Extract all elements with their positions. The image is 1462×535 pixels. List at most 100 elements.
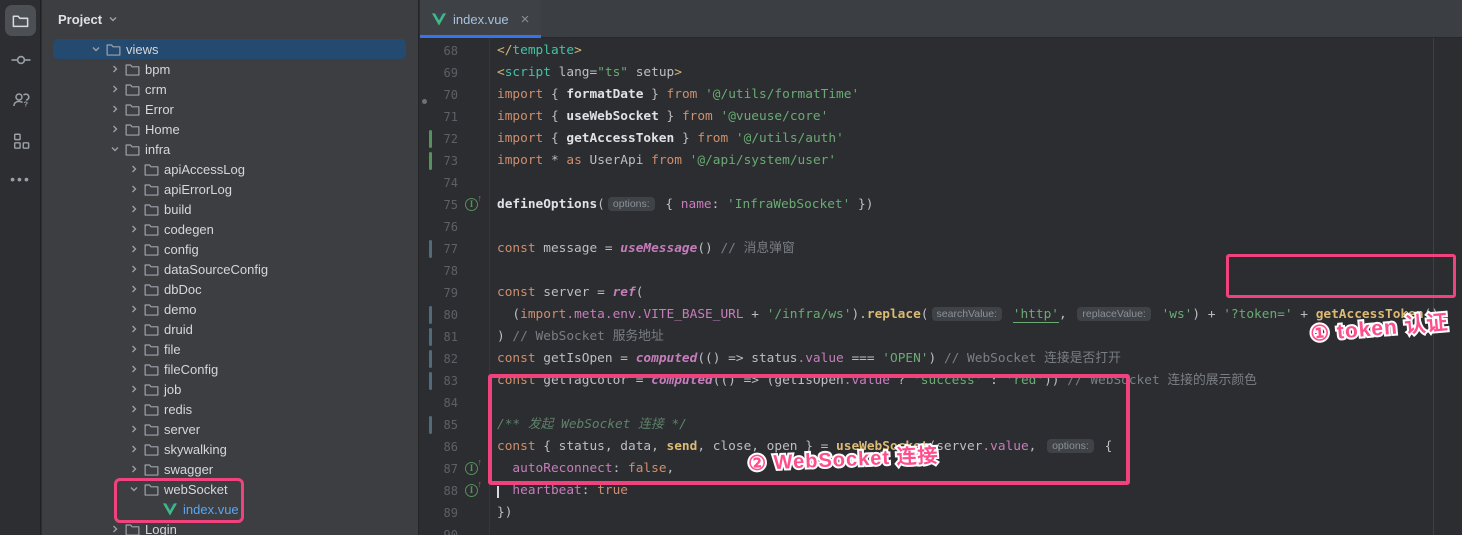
chevron-right-icon[interactable] [125, 181, 142, 197]
code-line-73[interactable]: 73import * as UserApi from '@/api/system… [420, 150, 1462, 172]
line-number: 84 [420, 392, 458, 414]
chevron-down-icon[interactable] [106, 141, 123, 157]
tree-item-crm[interactable]: crm [42, 79, 418, 99]
chevron-right-icon[interactable] [125, 281, 142, 297]
tree-item-swagger[interactable]: swagger [42, 459, 418, 479]
chevron-down-icon[interactable] [125, 481, 142, 497]
tree-item-file[interactable]: file [42, 339, 418, 359]
project-folder-icon[interactable] [5, 5, 36, 36]
tree-item-job[interactable]: job [42, 379, 418, 399]
structure-icon[interactable] [5, 125, 36, 156]
tree-item-apiAccessLog[interactable]: apiAccessLog [42, 159, 418, 179]
chevron-right-icon[interactable] [125, 421, 142, 437]
change-marker-mod[interactable] [429, 306, 432, 324]
inlay-hint[interactable]: options: [1047, 439, 1094, 453]
commit-icon[interactable] [5, 44, 36, 75]
chevron-right-icon[interactable] [125, 241, 142, 257]
code-line-82[interactable]: 82const getIsOpen = computed(() => statu… [420, 348, 1462, 370]
chevron-right-icon[interactable] [125, 381, 142, 397]
chevron-right-icon[interactable] [125, 261, 142, 277]
code-line-87[interactable]: 87I autoReconnect: false, [420, 458, 1462, 480]
code-text: }) [497, 502, 512, 524]
tree-item-server[interactable]: server [42, 419, 418, 439]
collaboration-help-icon[interactable]: ? [5, 84, 36, 115]
change-marker-mod[interactable] [429, 350, 432, 368]
change-marker-green[interactable] [429, 130, 432, 148]
code-line-68[interactable]: 68</template> [420, 40, 1462, 62]
code-line-70[interactable]: 70import { formatDate } from '@/utils/fo… [420, 84, 1462, 106]
inlay-hint[interactable]: replaceValue: [1077, 307, 1150, 321]
gutter-macro-icon[interactable]: I [465, 484, 478, 497]
chevron-right-icon[interactable] [125, 161, 142, 177]
code-line-72[interactable]: 72import { getAccessToken } from '@/util… [420, 128, 1462, 150]
more-icon[interactable]: ••• [5, 163, 36, 194]
code-line-84[interactable]: 84 [420, 392, 1462, 414]
tab-index-vue[interactable]: index.vue × [420, 0, 541, 38]
code-line-74[interactable]: 74 [420, 172, 1462, 194]
folder-icon [142, 441, 160, 457]
code-line-76[interactable]: 76 [420, 216, 1462, 238]
tree-item-index.vue[interactable]: index.vue [42, 499, 418, 519]
code-line-78[interactable]: 78 [420, 260, 1462, 282]
tree-item-config[interactable]: config [42, 239, 418, 259]
gutter-macro-icon[interactable]: I [465, 198, 478, 211]
chevron-right-icon[interactable] [125, 321, 142, 337]
code-line-85[interactable]: 85/** 发起 WebSocket 连接 */ [420, 414, 1462, 436]
chevron-right-icon[interactable] [106, 101, 123, 117]
tree-item-demo[interactable]: demo [42, 299, 418, 319]
chevron-right-icon[interactable] [125, 201, 142, 217]
chevron-right-icon[interactable] [125, 301, 142, 317]
code-line-83[interactable]: 83const getTagColor = computed(() => (ge… [420, 370, 1462, 392]
chevron-right-icon[interactable] [106, 121, 123, 137]
gutter-macro-icon[interactable]: I [465, 462, 478, 475]
code-line-90[interactable]: 90 [420, 524, 1462, 535]
tree-item-druid[interactable]: druid [42, 319, 418, 339]
tree-item-infra[interactable]: infra [42, 139, 418, 159]
tree-item-Home[interactable]: Home [42, 119, 418, 139]
tree-item-dbDoc[interactable]: dbDoc [42, 279, 418, 299]
change-marker-mod[interactable] [429, 416, 432, 434]
tree-item-dataSourceConfig[interactable]: dataSourceConfig [42, 259, 418, 279]
project-panel-header[interactable]: Project [42, 0, 418, 38]
inlay-hint[interactable]: searchValue: [932, 307, 1003, 321]
change-marker-mod[interactable] [429, 240, 432, 258]
inlay-hint[interactable]: options: [608, 197, 655, 211]
code-text: import { formatDate } from '@/utils/form… [497, 84, 859, 106]
chevron-right-icon[interactable] [125, 401, 142, 417]
tree-item-webSocket[interactable]: webSocket [42, 479, 418, 499]
change-marker-green[interactable] [429, 152, 432, 170]
code-line-71[interactable]: 71import { useWebSocket } from '@vueuse/… [420, 106, 1462, 128]
close-icon[interactable]: × [521, 12, 530, 27]
code-line-81[interactable]: 81) // WebSocket 服务地址 [420, 326, 1462, 348]
chevron-right-icon[interactable] [125, 441, 142, 457]
tree-item-Login[interactable]: Login [42, 519, 418, 535]
code-line-80[interactable]: 80 (import.meta.env.VITE_BASE_URL + '/in… [420, 304, 1462, 326]
code-line-89[interactable]: 89}) [420, 502, 1462, 524]
tree-item-build[interactable]: build [42, 199, 418, 219]
code-line-75[interactable]: 75IdefineOptions(options: { name: 'Infra… [420, 194, 1462, 216]
chevron-right-icon[interactable] [125, 341, 142, 357]
tree-item-apiErrorLog[interactable]: apiErrorLog [42, 179, 418, 199]
tree-item-Error[interactable]: Error [42, 99, 418, 119]
chevron-right-icon[interactable] [125, 461, 142, 477]
chevron-right-icon[interactable] [106, 81, 123, 97]
code-line-86[interactable]: 86const { status, data, send, close, ope… [420, 436, 1462, 458]
code-viewport[interactable]: 68</template>69<script lang="ts" setup>7… [420, 38, 1462, 535]
chevron-right-icon[interactable] [125, 221, 142, 237]
code-line-77[interactable]: 77const message = useMessage() // 消息弹窗 [420, 238, 1462, 260]
tree-item-codegen[interactable]: codegen [42, 219, 418, 239]
chevron-right-icon[interactable] [125, 361, 142, 377]
code-line-88[interactable]: 88I heartbeat: true [420, 480, 1462, 502]
chevron-right-icon[interactable] [106, 521, 123, 535]
tree-item-views[interactable]: views [42, 39, 418, 59]
tree-item-skywalking[interactable]: skywalking [42, 439, 418, 459]
chevron-down-icon[interactable] [87, 41, 104, 57]
tree-item-fileConfig[interactable]: fileConfig [42, 359, 418, 379]
change-marker-mod[interactable] [429, 372, 432, 390]
code-line-79[interactable]: 79const server = ref( [420, 282, 1462, 304]
change-marker-mod[interactable] [429, 328, 432, 346]
code-line-69[interactable]: 69<script lang="ts" setup> [420, 62, 1462, 84]
chevron-right-icon[interactable] [106, 61, 123, 77]
tree-item-bpm[interactable]: bpm [42, 59, 418, 79]
tree-item-redis[interactable]: redis [42, 399, 418, 419]
